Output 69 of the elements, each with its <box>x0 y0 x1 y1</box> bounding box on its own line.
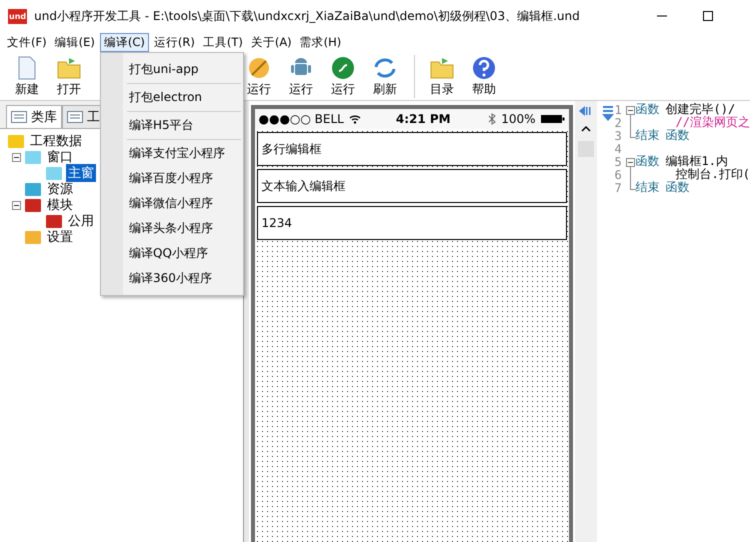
menu-item[interactable]: 关于(A) <box>248 34 295 50</box>
carrier-label: ●●●○○ BELL <box>258 112 344 126</box>
collapse-icon[interactable] <box>12 152 21 162</box>
toolbar-button[interactable]: 目录 <box>414 54 463 98</box>
code-text: 控制台.打印( <box>676 167 750 182</box>
toolbar-button[interactable]: 新建 <box>6 54 48 98</box>
line-number: 4 <box>614 142 623 156</box>
tree-item[interactable]: 模块 <box>45 196 75 214</box>
toolbar-button[interactable]: 运行 <box>280 54 322 98</box>
code-keyword: 函数 <box>636 153 660 170</box>
code-keyword: 函数 <box>636 101 660 118</box>
code-text: 创建完毕()/ <box>666 101 736 116</box>
tree-item[interactable]: 公用 <box>66 212 96 230</box>
text-field[interactable]: 文本输入编辑框 <box>256 169 566 203</box>
circle-icon <box>329 54 357 80</box>
fold-end-line <box>630 129 636 138</box>
code-keyword: 结束 <box>636 127 660 144</box>
tree-item[interactable]: 主窗 <box>66 164 96 182</box>
bluetooth-icon <box>488 113 496 125</box>
fold-end-line <box>630 181 636 190</box>
toolbar-button[interactable]: 帮助 <box>463 54 505 98</box>
table-icon <box>11 111 27 123</box>
app-logo: und <box>8 8 28 24</box>
menu-item[interactable]: 编译微信小程序 <box>123 191 243 216</box>
table-icon <box>67 111 83 123</box>
text-field[interactable]: 1234 <box>256 206 566 240</box>
menu-item[interactable]: 文件(F) <box>4 34 50 50</box>
tree-item[interactable]: 窗口 <box>45 148 75 166</box>
tree-item[interactable]: 资源 <box>45 180 75 198</box>
line-number: 6 <box>614 168 623 182</box>
line-number: 1 <box>614 102 623 116</box>
line-number: 2 <box>614 116 623 130</box>
menu-item[interactable]: 编辑(E) <box>52 34 98 50</box>
menu-item[interactable]: 编译百度小程序 <box>123 166 243 191</box>
line-number: 3 <box>614 128 623 142</box>
wifi-icon <box>348 114 361 124</box>
maximize-icon[interactable] <box>702 10 714 22</box>
battery-icon <box>540 114 564 124</box>
code-keyword: 函数 <box>666 180 690 196</box>
menu-item[interactable]: 运行(R) <box>150 34 198 50</box>
menu-item[interactable]: 编译支付宝小程序 <box>123 141 243 166</box>
toolbar-button[interactable]: 刷新 <box>364 54 406 98</box>
line-number: 7 <box>614 180 623 194</box>
panel-tab[interactable]: 类库 <box>6 105 62 128</box>
tree-item[interactable]: 工程数据 <box>28 132 84 150</box>
time-label: 4:21 PM <box>396 112 451 126</box>
line-number: 5 <box>614 154 623 168</box>
text-field[interactable]: 多行编辑框 <box>256 132 566 166</box>
menu-item[interactable]: 编译头条小程序 <box>123 216 243 241</box>
menu-item[interactable]: 编译QQ小程序 <box>123 241 243 266</box>
battery-label: 100% <box>501 112 536 126</box>
tree-item[interactable]: 设置 <box>45 228 75 246</box>
collapse-panel-icon[interactable] <box>578 105 593 117</box>
code-text: 编辑框1.内 <box>666 153 728 168</box>
arrow-down-icon[interactable] <box>600 105 615 123</box>
menu-item[interactable]: 需求(H) <box>296 34 344 50</box>
scroll-up-icon[interactable] <box>580 125 591 133</box>
toolbar-button[interactable]: 运行 <box>322 54 364 98</box>
menu-item[interactable]: 编译(C) <box>100 32 149 52</box>
code-comment: //渲染网页之 <box>676 115 750 130</box>
toolbar-button[interactable]: 打开 <box>48 54 90 98</box>
code-keyword: 结束 <box>636 179 660 196</box>
window-title: und小程序开发工具 - E:\tools\桌面\下载\undxcxrj_XiaZaiBa\und\demo\初级例程\03、编辑框.und <box>34 8 580 24</box>
menu-item[interactable]: 工具(T) <box>200 34 246 50</box>
code-keyword: 函数 <box>666 128 690 144</box>
help-icon <box>470 54 498 80</box>
menu-item[interactable]: 编译H5平台 <box>123 113 243 138</box>
collapse-icon[interactable] <box>12 200 21 210</box>
menu-item[interactable]: 编译360小程序 <box>123 266 243 291</box>
